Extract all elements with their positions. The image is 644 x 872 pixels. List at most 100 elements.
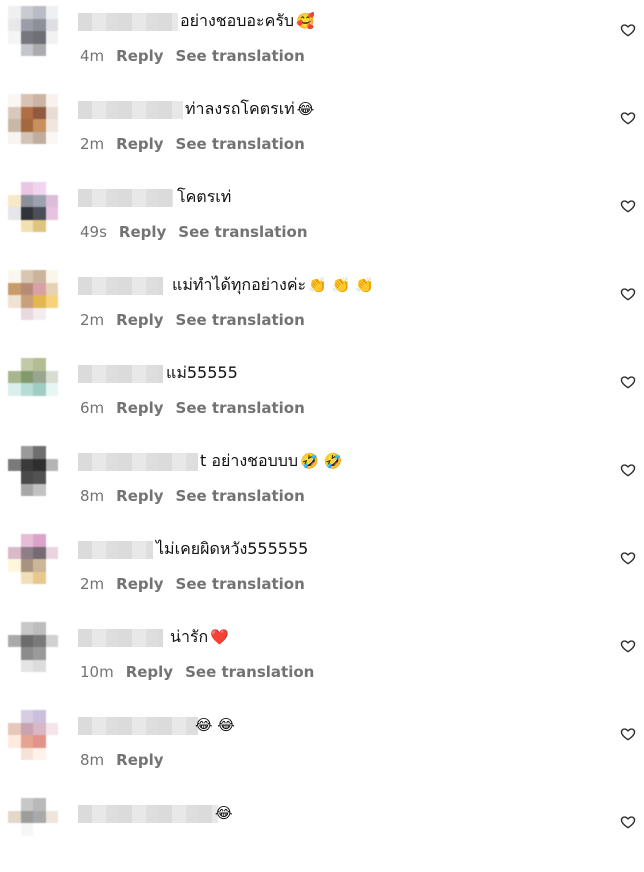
comment-meta: 2m Reply See translation bbox=[80, 135, 317, 153]
comment-text: โคตรเท่ bbox=[177, 186, 233, 208]
comment-body: ไม่เคยผิดหวัง555555 bbox=[156, 539, 309, 558]
comment-text: 😂 bbox=[215, 802, 233, 824]
comments-list: อย่างชอบอะครับ 🥰 4m Reply See translation ท่า… bbox=[0, 0, 644, 872]
reply-button[interactable]: Reply bbox=[116, 487, 163, 505]
comment-emoji: 😂 bbox=[215, 804, 233, 822]
comment-emoji: 👏 👏 👏 bbox=[308, 276, 374, 294]
avatar[interactable] bbox=[8, 270, 58, 320]
comment-meta: 49s Reply See translation bbox=[80, 223, 320, 241]
see-translation-button[interactable]: See translation bbox=[176, 47, 305, 65]
comment-meta: 6m Reply See translation bbox=[80, 399, 317, 417]
comment-timestamp: 2m bbox=[80, 135, 105, 153]
see-translation-button[interactable]: See translation bbox=[176, 311, 305, 329]
reply-button[interactable]: Reply bbox=[126, 663, 173, 681]
see-translation-button[interactable]: See translation bbox=[185, 663, 314, 681]
comment-row: แม่55555 6m Reply See translation bbox=[0, 344, 644, 432]
comment-timestamp: 4m bbox=[80, 47, 105, 65]
see-translation-button[interactable]: See translation bbox=[176, 575, 305, 593]
comment-body: แม่55555 bbox=[166, 363, 238, 382]
comment-text: t อย่างชอบบบ 🤣 🤣 bbox=[200, 450, 342, 472]
reply-button[interactable]: Reply bbox=[119, 223, 166, 241]
heart-outline-icon[interactable] bbox=[620, 374, 636, 390]
comment-row: 😂 bbox=[0, 784, 644, 872]
comment-timestamp: 6m bbox=[80, 399, 105, 417]
comment-timestamp: 2m bbox=[80, 311, 105, 329]
avatar[interactable] bbox=[8, 710, 58, 760]
heart-outline-icon[interactable] bbox=[620, 550, 636, 566]
comment-body: โคตรเท่ bbox=[177, 187, 232, 206]
username-blurred[interactable] bbox=[78, 717, 198, 735]
heart-outline-icon[interactable] bbox=[620, 110, 636, 126]
username-blurred[interactable] bbox=[78, 13, 178, 31]
comment-row: โคตรเท่ 49s Reply See translation bbox=[0, 168, 644, 256]
reply-button[interactable]: Reply bbox=[116, 575, 163, 593]
comment-timestamp: 8m bbox=[80, 751, 105, 769]
comment-emoji: 🥰 bbox=[296, 12, 315, 30]
comment-timestamp: 49s bbox=[80, 223, 107, 241]
reply-button[interactable]: Reply bbox=[116, 311, 163, 329]
comment-row: ไม่เคยผิดหวัง555555 2m Reply See translatio… bbox=[0, 520, 644, 608]
avatar[interactable] bbox=[8, 182, 58, 232]
username-blurred[interactable] bbox=[78, 101, 183, 119]
username-blurred[interactable] bbox=[78, 805, 218, 823]
avatar[interactable] bbox=[8, 6, 58, 56]
comment-row: อย่างชอบอะครับ 🥰 4m Reply See translation bbox=[0, 0, 644, 80]
comment-row: แม่ทำได้ทุกอย่างค่ะ 👏 👏 👏 2m Reply See trans… bbox=[0, 256, 644, 344]
comment-row: t อย่างชอบบบ 🤣 🤣 8m Reply See translation bbox=[0, 432, 644, 520]
comment-meta: 2m Reply See translation bbox=[80, 311, 317, 329]
comment-emoji: 😂 😂 bbox=[195, 716, 235, 734]
comment-emoji: 🤣 🤣 bbox=[300, 452, 343, 470]
see-translation-button[interactable]: See translation bbox=[176, 487, 305, 505]
username-blurred[interactable] bbox=[78, 277, 163, 295]
heart-outline-icon[interactable] bbox=[620, 22, 636, 38]
reply-button[interactable]: Reply bbox=[116, 47, 163, 65]
username-blurred[interactable] bbox=[78, 189, 173, 207]
avatar[interactable] bbox=[8, 622, 58, 672]
comment-text: ท่าลงรถโคตรเท่ 😂 bbox=[185, 98, 314, 120]
reply-button[interactable]: Reply bbox=[116, 399, 163, 417]
avatar[interactable] bbox=[8, 94, 58, 144]
comment-meta: 2m Reply See translation bbox=[80, 575, 317, 593]
username-blurred[interactable] bbox=[78, 541, 153, 559]
comment-body: อย่างชอบอะครับ bbox=[180, 11, 295, 30]
comment-timestamp: 8m bbox=[80, 487, 105, 505]
comment-text: อย่างชอบอะครับ 🥰 bbox=[180, 10, 315, 32]
comment-row: ท่าลงรถโคตรเท่ 😂 2m Reply See translation bbox=[0, 80, 644, 168]
comment-timestamp: 2m bbox=[80, 575, 105, 593]
comment-body: แม่ทำได้ทุกอย่างค่ะ bbox=[172, 275, 307, 294]
avatar[interactable] bbox=[8, 534, 58, 584]
comment-meta: 8m Reply See translation bbox=[80, 487, 317, 505]
comment-text: 😂 😂 bbox=[195, 714, 235, 736]
comment-emoji: 😂 bbox=[296, 100, 315, 118]
see-translation-button[interactable]: See translation bbox=[176, 399, 305, 417]
comment-body: t อย่างชอบบบ bbox=[200, 451, 299, 470]
comment-body: น่ารัก bbox=[170, 627, 209, 646]
comment-text: แม่55555 bbox=[166, 362, 240, 384]
reply-button[interactable]: Reply bbox=[116, 135, 163, 153]
comment-text: ไม่เคยผิดหวัง555555 bbox=[156, 538, 310, 560]
heart-outline-icon[interactable] bbox=[620, 286, 636, 302]
comment-timestamp: 10m bbox=[80, 663, 114, 681]
comment-body: ท่าลงรถโคตรเท่ bbox=[185, 99, 295, 118]
comment-meta: 4m Reply See translation bbox=[80, 47, 317, 65]
username-blurred[interactable] bbox=[78, 365, 163, 383]
avatar[interactable] bbox=[8, 358, 58, 408]
comment-row: 😂 😂 8m Reply bbox=[0, 696, 644, 784]
reply-button[interactable]: Reply bbox=[116, 751, 163, 769]
avatar[interactable] bbox=[8, 798, 58, 848]
heart-outline-icon[interactable] bbox=[620, 814, 636, 830]
comment-row: น่ารัก ❤️ 10m Reply See translation bbox=[0, 608, 644, 696]
username-blurred[interactable] bbox=[78, 629, 163, 647]
heart-outline-icon[interactable] bbox=[620, 726, 636, 742]
see-translation-button[interactable]: See translation bbox=[176, 135, 305, 153]
comment-text: แม่ทำได้ทุกอย่างค่ะ 👏 👏 👏 bbox=[172, 274, 374, 296]
heart-outline-icon[interactable] bbox=[620, 638, 636, 654]
avatar[interactable] bbox=[8, 446, 58, 496]
username-blurred[interactable] bbox=[78, 453, 198, 471]
comment-meta: 10m Reply See translation bbox=[80, 663, 326, 681]
comment-text: น่ารัก ❤️ bbox=[170, 626, 229, 648]
comment-meta: 8m Reply bbox=[80, 751, 176, 769]
heart-outline-icon[interactable] bbox=[620, 198, 636, 214]
see-translation-button[interactable]: See translation bbox=[178, 223, 307, 241]
heart-outline-icon[interactable] bbox=[620, 462, 636, 478]
